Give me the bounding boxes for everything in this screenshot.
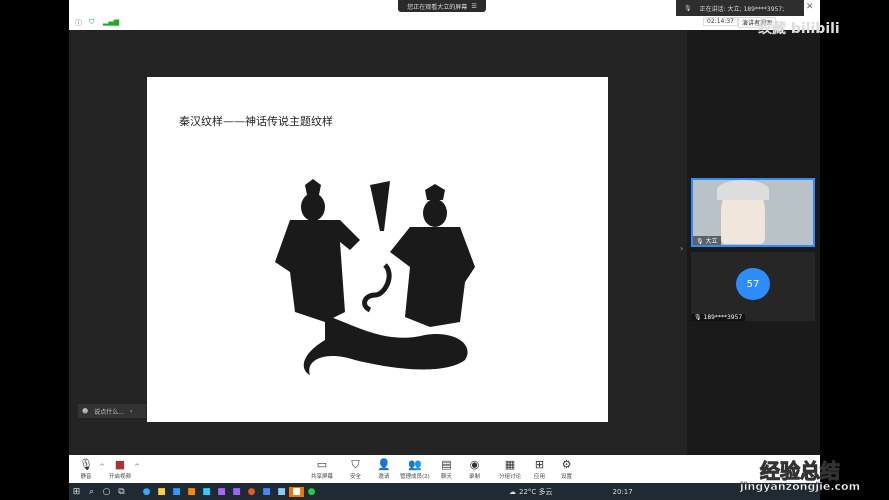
app-icon[interactable]: ■ bbox=[184, 487, 199, 497]
weather-text[interactable]: 22°C 多云 bbox=[519, 487, 553, 497]
app-icon[interactable]: ■ bbox=[289, 486, 304, 497]
info-icon[interactable]: ⓘ bbox=[75, 18, 82, 28]
chevron-up-icon[interactable]: ^ bbox=[99, 463, 105, 471]
breakout-button[interactable]: ▦ 分组讨论 bbox=[499, 458, 521, 480]
chat-label: 聊天 bbox=[441, 474, 453, 480]
presentation-slide: 秦汉纹样——神话传说主题纹样 bbox=[147, 77, 608, 422]
watermark-url: jingyanzongjie.com bbox=[740, 480, 861, 494]
apps-label: 应用 bbox=[534, 474, 546, 480]
record-button[interactable]: ◉ 录制 bbox=[469, 458, 480, 480]
meeting-timer: 02:14:37 bbox=[703, 17, 738, 26]
meeting-toolbar: 🎙 静音 ^ ■ 开启视频 ^ ▭ 共享屏幕 ⛉ 安全 👤 邀请 👥 管理成员(2) ▤ 聊天… bbox=[69, 455, 820, 483]
windows-taskbar: ⊞ ⌕ ○ ⧉ ● ■ ■ ■ ■ ■ ■ ● ■ ■ ■ ● ☁ 22°C 多… bbox=[69, 483, 820, 500]
participants-label: 管理成员(2) bbox=[400, 474, 430, 480]
view-options-icon[interactable]: ☰ bbox=[471, 3, 476, 10]
speaking-indicator: 🎙 正在讲话: 大立; 189****3957; bbox=[676, 0, 804, 16]
notice-text: 您正在观看大立的屏幕 bbox=[407, 3, 468, 11]
security-button[interactable]: ⛉ 安全 bbox=[350, 458, 361, 480]
close-icon[interactable]: ✕ bbox=[806, 2, 814, 12]
app-icon[interactable]: ■ bbox=[229, 487, 244, 497]
breakout-label: 分组讨论 bbox=[499, 474, 522, 480]
task-view-icon[interactable]: ⧉ bbox=[114, 487, 129, 497]
participants-button[interactable]: 👥 管理成员(2) bbox=[400, 458, 430, 480]
powerpoint-icon[interactable]: ● bbox=[244, 487, 259, 497]
slide-title: 秦汉纹样——神话传说主题纹样 bbox=[179, 115, 333, 128]
share-screen-button[interactable]: ▭ 共享屏幕 bbox=[311, 458, 333, 480]
collapse-panel-icon[interactable]: › bbox=[680, 244, 683, 253]
viewing-notice[interactable]: 您正在观看大立的屏幕 ☰ bbox=[398, 0, 486, 12]
chevron-up-icon[interactable]: ^ bbox=[134, 463, 140, 471]
app-icon[interactable]: ■ bbox=[214, 487, 229, 497]
app-icon[interactable]: ■ bbox=[169, 487, 184, 497]
mic-icon: 🎙 bbox=[684, 4, 692, 12]
mythical-figures-image bbox=[275, 179, 475, 375]
cortana-icon[interactable]: ○ bbox=[99, 487, 114, 497]
edge-icon[interactable]: ● bbox=[139, 487, 154, 497]
app-icon[interactable]: ■ bbox=[274, 487, 289, 497]
wechat-icon[interactable]: ● bbox=[304, 487, 319, 497]
signal-icon[interactable]: ▂▄▆ bbox=[103, 18, 119, 26]
chevron-left-icon[interactable]: ‹ bbox=[130, 408, 132, 415]
bilibili-watermark: 纹藏 bilibili bbox=[758, 21, 840, 37]
photoshop-icon[interactable]: ■ bbox=[199, 487, 214, 497]
video-label: 开启视频 bbox=[109, 474, 132, 480]
zoom-app-icon[interactable]: ■ bbox=[259, 487, 274, 497]
weather-icon[interactable]: ☁ bbox=[509, 488, 516, 496]
emoji-icon[interactable]: ☻ bbox=[82, 408, 88, 415]
chat-input[interactable]: ☻ 说点什么... ‹ bbox=[78, 404, 146, 418]
clock[interactable]: 20:17 bbox=[613, 488, 633, 496]
record-label: 录制 bbox=[469, 474, 481, 480]
settings-label: 设置 bbox=[561, 474, 573, 480]
chat-icon: ▤ bbox=[441, 458, 452, 471]
share-label: 共享屏幕 bbox=[311, 474, 334, 480]
participant-name-text: 189****3957 bbox=[703, 314, 743, 321]
shield-icon: ⛉ bbox=[351, 458, 360, 471]
apps-button[interactable]: ⊞ 应用 bbox=[534, 458, 545, 480]
mute-button[interactable]: 🎙 静音 bbox=[79, 458, 93, 480]
video-off-icon: ■ bbox=[114, 458, 126, 471]
microphone-icon: 🎙 bbox=[79, 458, 93, 471]
chat-placeholder: 说点什么... bbox=[94, 408, 124, 416]
apps-icon: ⊞ bbox=[534, 458, 545, 471]
avatar: 57 bbox=[736, 268, 770, 300]
security-label: 安全 bbox=[350, 474, 362, 480]
participant-name-text: 大立 bbox=[705, 238, 718, 245]
windows-start-icon[interactable]: ⊞ bbox=[69, 487, 84, 497]
gear-icon: ⚙ bbox=[561, 458, 572, 471]
record-icon: ◉ bbox=[469, 458, 480, 471]
participant-name: 🎙 大立 bbox=[693, 236, 721, 245]
speaking-text: 正在讲话: 大立; 189****3957; bbox=[699, 5, 785, 13]
invite-button[interactable]: 👤 邀请 bbox=[377, 458, 391, 480]
chat-button[interactable]: ▤ 聊天 bbox=[441, 458, 452, 480]
participants-icon: 👥 bbox=[408, 458, 422, 471]
mute-label: 静音 bbox=[80, 474, 92, 480]
start-video-button[interactable]: ■ 开启视频 bbox=[109, 458, 131, 480]
participant-name: 🎙 189****3957 bbox=[691, 314, 746, 321]
participant-video-tile[interactable]: 🎙 大立 bbox=[691, 178, 815, 247]
shield-icon[interactable]: ⛉ bbox=[89, 18, 94, 27]
settings-button[interactable]: ⚙ 设置 bbox=[561, 458, 572, 480]
participant-hair bbox=[717, 180, 769, 200]
invite-label: 邀请 bbox=[378, 474, 390, 480]
breakout-icon: ▦ bbox=[504, 458, 516, 471]
explorer-icon[interactable]: ■ bbox=[154, 487, 169, 497]
invite-icon: 👤 bbox=[377, 458, 391, 471]
share-screen-icon: ▭ bbox=[316, 458, 328, 471]
search-icon[interactable]: ⌕ bbox=[84, 487, 99, 497]
